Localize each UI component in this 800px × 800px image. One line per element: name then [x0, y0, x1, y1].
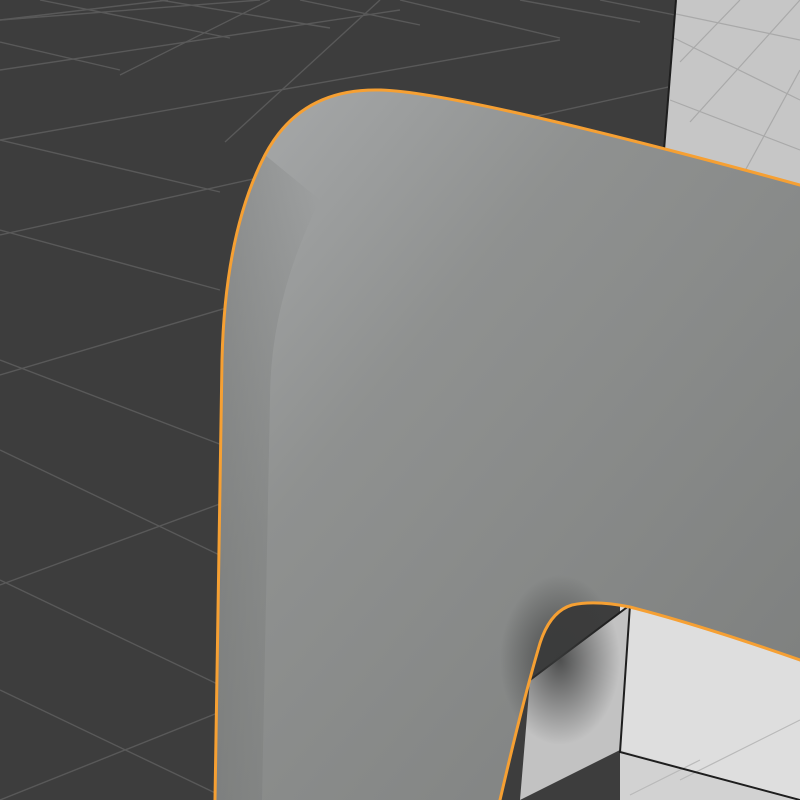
viewport-canvas[interactable] [0, 0, 800, 800]
3d-viewport[interactable] [0, 0, 800, 800]
